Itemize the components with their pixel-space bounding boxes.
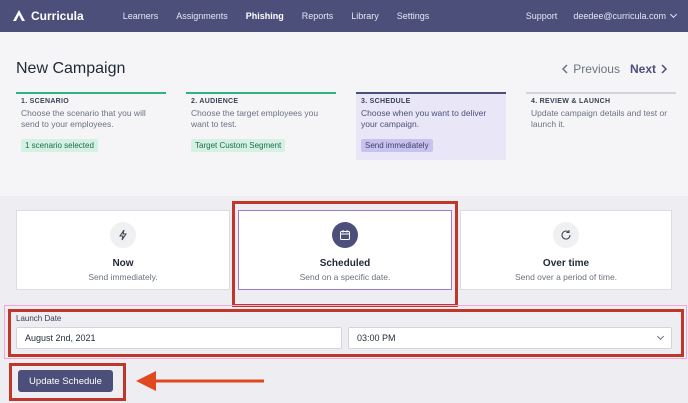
campaign-header: New Campaign Previous Next 1. SCENARIO C… [0, 32, 688, 196]
option-now[interactable]: Now Send immediately. [16, 210, 230, 290]
step-status-badge: 1 scenario selected [21, 138, 98, 152]
chevron-left-icon [562, 64, 568, 74]
step-pager: Previous Next [561, 62, 668, 76]
step-review-launch[interactable]: 4. REVIEW & LAUNCH Update campaign detai… [526, 92, 676, 160]
user-email: deedee@curricula.com [573, 11, 666, 21]
brand-logo[interactable]: Curricula [12, 9, 84, 23]
campaign-steps: 1. SCENARIO Choose the scenario that you… [16, 92, 676, 160]
nav-learners[interactable]: Learners [114, 11, 168, 21]
nav-reports[interactable]: Reports [293, 11, 343, 21]
next-label: Next [629, 62, 656, 76]
step-status-badge: Target Custom Segment [191, 138, 286, 152]
step-description: Update campaign details and test or laun… [531, 108, 668, 130]
option-title: Now [112, 258, 134, 269]
user-menu[interactable]: deedee@curricula.com [573, 10, 678, 21]
chevron-right-icon [661, 64, 668, 74]
curricula-logo-icon [13, 10, 25, 21]
nav-library[interactable]: Library [342, 11, 388, 21]
step-description: Choose the scenario that you will send t… [21, 108, 146, 130]
step-label: 2. AUDIENCE [191, 98, 239, 105]
nav-settings[interactable]: Settings [388, 11, 439, 21]
previous-button[interactable]: Previous [561, 62, 620, 76]
annotation-box-scheduled [232, 201, 458, 307]
nav-right: Support deedee@curricula.com [526, 10, 678, 21]
previous-label: Previous [573, 62, 620, 76]
chevron-down-icon [669, 10, 678, 19]
step-label: 4. REVIEW & LAUNCH [531, 98, 611, 105]
nav-phishing[interactable]: Phishing [237, 11, 293, 21]
option-subtitle: Send over a period of time. [514, 272, 618, 282]
step-scenario[interactable]: 1. SCENARIO Choose the scenario that you… [16, 92, 166, 160]
lightning-icon [110, 222, 136, 248]
next-button[interactable]: Next [630, 62, 668, 76]
annotation-arrow-icon [136, 371, 264, 391]
nav-assignments[interactable]: Assignments [167, 11, 237, 21]
annotation-box-update [9, 363, 126, 401]
step-schedule[interactable]: 3. SCHEDULE Choose when you want to deli… [356, 92, 506, 160]
option-title: Over time [542, 258, 590, 269]
step-audience[interactable]: 2. AUDIENCE Choose the target employees … [186, 92, 336, 160]
step-label: 3. SCHEDULE [361, 98, 411, 105]
option-subtitle: Send immediately. [88, 272, 158, 282]
step-description: Choose the target employees you want to … [191, 108, 319, 130]
top-nav: Curricula Learners Assignments Phishing … [0, 0, 688, 32]
nav-support[interactable]: Support [526, 11, 558, 21]
step-description: Choose when you want to deliver your cam… [361, 108, 487, 130]
nav-menu: Learners Assignments Phishing Reports Li… [114, 11, 526, 21]
brand-name: Curricula [31, 9, 84, 23]
annotation-box-launch-date [8, 309, 684, 357]
refresh-icon [553, 222, 579, 248]
step-status-badge: Send immediately [361, 138, 433, 152]
step-label: 1. SCENARIO [21, 98, 70, 105]
page-title: New Campaign [16, 60, 126, 77]
option-over-time[interactable]: Over time Send over a period of time. [460, 210, 672, 290]
